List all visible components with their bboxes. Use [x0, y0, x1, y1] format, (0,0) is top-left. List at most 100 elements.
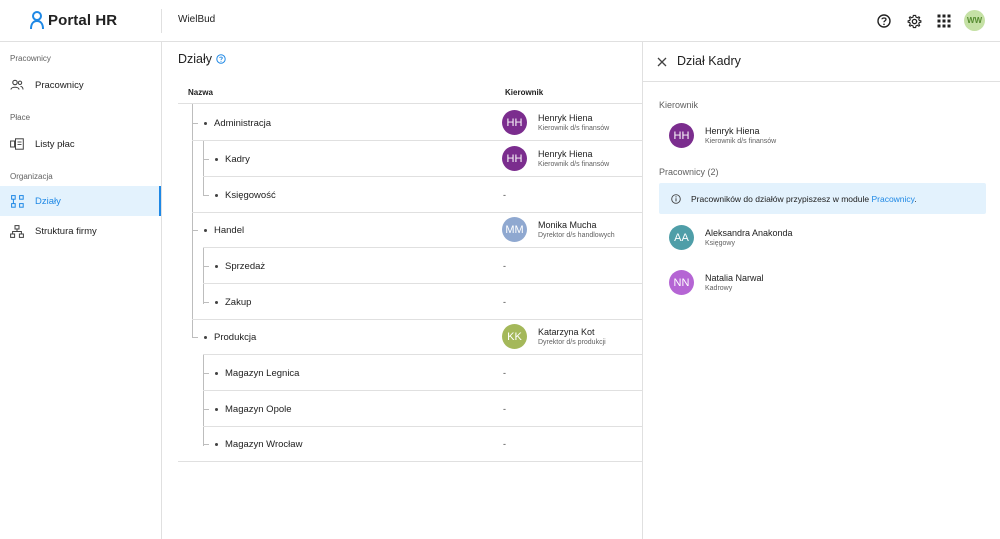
table-row[interactable]: Magazyn Legnica -	[178, 355, 642, 391]
sidebar-item-label: Struktura firmy	[35, 225, 97, 237]
row-divider	[178, 461, 642, 462]
close-icon[interactable]	[655, 55, 669, 69]
tree-connector	[203, 409, 209, 410]
table-row[interactable]: Magazyn Wrocław -	[178, 426, 642, 462]
help-icon[interactable]	[875, 12, 893, 30]
sidebar-item-struktura-firmy[interactable]: Struktura firmy	[0, 216, 161, 246]
avatar: NN	[669, 270, 694, 295]
table-row[interactable]: Handel MM Monika Mucha Dyrektor d/s handl…	[178, 212, 642, 248]
manager-cell: MM Monika Mucha Dyrektor d/s handlowych	[502, 217, 615, 242]
manager-cell: HH Henryk Hiena Kierownik d/s finansów	[502, 146, 609, 171]
table-row[interactable]: Magazyn Opole -	[178, 391, 642, 427]
department-name: Handel	[204, 225, 244, 236]
department-name-text: Produkcja	[214, 332, 257, 343]
empty-manager: -	[503, 368, 506, 378]
department-name-text: Magazyn Opole	[225, 404, 292, 415]
table-row[interactable]: Księgowość -	[178, 177, 642, 213]
sidebar: Pracownicy Pracownicy Płace Listy płac O…	[0, 42, 162, 539]
company-name[interactable]: WielBud	[178, 14, 215, 25]
sidebar-item-label: Działy	[35, 195, 61, 207]
department-name-text: Magazyn Wrocław	[225, 439, 303, 450]
department-name-text: Kadry	[225, 154, 250, 165]
manager-cell: KK Katarzyna Kot Dyrektor d/s produkcji	[502, 324, 606, 349]
avatar: MM	[502, 217, 527, 242]
tree-connector	[203, 302, 209, 303]
top-bar: Portal HR WielBud WW	[0, 0, 1000, 42]
sidebar-section-label: Organizacja	[10, 172, 53, 181]
empty-manager: -	[503, 439, 506, 449]
table-row[interactable]: Produkcja KK Katarzyna Kot Dyrektor d/s p…	[178, 319, 642, 355]
manager-name: Monika Mucha	[538, 220, 597, 230]
people-icon	[10, 78, 24, 92]
employee-item[interactable]: AA Aleksandra Anakonda Księgowy	[669, 225, 793, 250]
empty-manager: -	[503, 190, 506, 200]
person-role: Kadrowy	[705, 285, 733, 292]
info-text-body: Pracowników do działów przypiszesz w mod…	[691, 193, 872, 204]
department-name: Produkcja	[204, 332, 256, 343]
info-text: Pracowników do działów przypiszesz w mod…	[691, 194, 917, 204]
sidebar-section-label: Pracownicy	[10, 54, 51, 63]
org-structure-icon	[10, 224, 24, 238]
sidebar-item-label: Listy płac	[35, 138, 75, 150]
department-name: Sprzedaż	[215, 261, 265, 272]
page-title-text: Działy	[178, 52, 213, 66]
info-banner: Pracowników do działów przypiszesz w mod…	[659, 183, 986, 214]
tree-connector	[192, 337, 198, 338]
empty-manager: -	[503, 261, 506, 271]
department-name-text: Zakup	[225, 297, 252, 308]
employees-module-link[interactable]: Pracownicy	[871, 194, 914, 204]
apps-grid-icon[interactable]	[935, 12, 953, 30]
person-role: Księgowy	[705, 240, 735, 247]
person-logo-icon	[30, 11, 44, 30]
department-name-text: Sprzedaż	[225, 261, 266, 272]
person-role: Kierownik d/s finansów	[705, 138, 777, 145]
department-name-text: Handel	[214, 225, 245, 236]
manager-cell: HH Henryk Hiena Kierownik d/s finansów	[502, 110, 609, 135]
avatar: AA	[669, 225, 694, 250]
main-content: Działy Nazwa Kierownik Administracja HH …	[162, 42, 642, 539]
table-row[interactable]: Sprzedaż -	[178, 248, 642, 284]
avatar: HH	[502, 146, 527, 171]
help-circle-icon[interactable]	[216, 54, 226, 64]
departments-icon	[10, 194, 24, 208]
manager-role: Kierownik d/s finansów	[538, 125, 610, 132]
table-row[interactable]: Administracja HH Henryk Hiena Kierownik d…	[178, 105, 642, 141]
department-name: Administracja	[204, 118, 271, 129]
manager-role: Dyrektor d/s produkcji	[538, 339, 606, 346]
manager-name: Henryk Hiena	[538, 113, 593, 123]
employee-item[interactable]: NN Natalia Narwal Kadrowy	[669, 270, 764, 295]
tree-connector	[203, 373, 209, 374]
person-name: Aleksandra Anakonda	[705, 228, 793, 238]
person-name: Natalia Narwal	[705, 273, 764, 283]
sidebar-item-listy-plac[interactable]: Listy płac	[0, 129, 161, 159]
panel-title: Dział Kadry	[677, 54, 741, 68]
sidebar-item-dzialy[interactable]: Działy	[0, 186, 161, 216]
empty-manager: -	[503, 297, 506, 307]
department-name: Magazyn Wrocław	[215, 439, 302, 450]
department-name: Księgowość	[215, 190, 276, 201]
sidebar-item-pracownicy[interactable]: Pracownicy	[0, 70, 161, 100]
department-name: Magazyn Opole	[215, 404, 292, 415]
app-logo[interactable]: Portal HR	[29, 10, 117, 30]
table-row[interactable]: Kadry HH Henryk Hiena Kierownik d/s finan…	[178, 141, 642, 177]
manager-section-label: Kierownik	[659, 100, 699, 110]
tree-connector	[203, 444, 209, 445]
manager-name: Katarzyna Kot	[538, 327, 595, 337]
settings-icon[interactable]	[905, 12, 923, 30]
manager-role: Dyrektor d/s handlowych	[538, 232, 615, 239]
table-row[interactable]: Zakup -	[178, 284, 642, 320]
tree-connector	[203, 266, 209, 267]
info-icon	[671, 193, 681, 204]
avatar: HH	[502, 110, 527, 135]
column-header-name[interactable]: Nazwa	[188, 88, 213, 97]
user-avatar[interactable]: WW	[964, 10, 985, 31]
info-text-end: .	[914, 193, 917, 204]
payroll-icon	[10, 137, 24, 151]
department-name-text: Księgowość	[225, 190, 276, 201]
avatar: KK	[502, 324, 527, 349]
panel-manager[interactable]: HH Henryk Hiena Kierownik d/s finansów	[669, 123, 776, 148]
column-header-manager[interactable]: Kierownik	[505, 88, 543, 97]
tree-connector	[192, 123, 198, 124]
department-name: Zakup	[215, 297, 251, 308]
sidebar-item-label: Pracownicy	[35, 79, 84, 91]
